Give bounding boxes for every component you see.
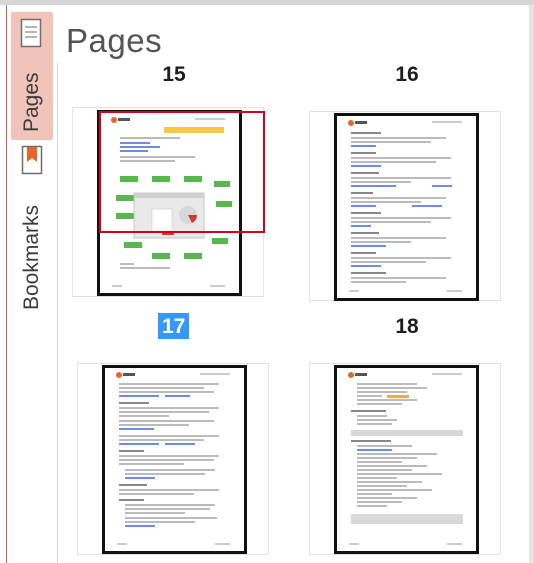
panel-sidebar: Pages Bookmarks <box>7 5 58 563</box>
tab-bookmarks[interactable]: Bookmarks <box>11 145 53 315</box>
left-edge <box>0 5 7 563</box>
page-16-preview <box>334 113 479 301</box>
page-thumbnail-17[interactable] <box>77 363 269 555</box>
page-thumbnail-18[interactable] <box>309 363 501 555</box>
page-17-preview <box>102 365 247 554</box>
page-thumbnail-15[interactable] <box>72 107 276 309</box>
top-rule <box>0 0 534 5</box>
viewport-highlight[interactable] <box>99 111 265 233</box>
page-thumbnail-16[interactable] <box>309 111 501 301</box>
page-18-preview <box>334 365 479 554</box>
page-number-18: 18 <box>395 315 419 338</box>
page-number-15: 15 <box>162 63 186 86</box>
page-icon <box>20 18 42 48</box>
tab-pages-label: Pages <box>20 72 43 132</box>
bookmark-icon <box>21 145 43 175</box>
right-border <box>529 5 534 563</box>
page-number-17: 17 <box>158 313 190 339</box>
tab-bookmarks-label: Bookmarks <box>20 204 43 310</box>
tab-pages[interactable]: Pages <box>11 12 53 140</box>
page-number-16: 16 <box>395 63 419 86</box>
panel-title: Pages <box>66 22 163 59</box>
